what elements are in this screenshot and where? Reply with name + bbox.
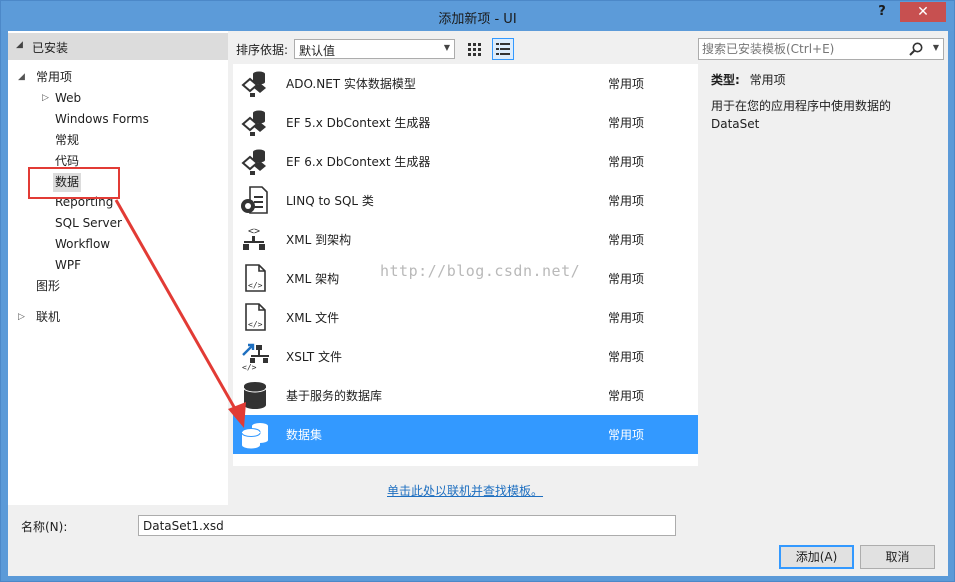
- tree-item-label: 联机: [36, 309, 61, 324]
- expand-arrow-icon[interactable]: ▷: [18, 308, 25, 327]
- grid-view-button[interactable]: [463, 38, 485, 60]
- tree-item-label: 代码: [55, 153, 80, 168]
- svg-text:</>: </>: [242, 363, 257, 371]
- template-category: 常用项: [608, 116, 645, 130]
- sort-select[interactable]: 默认值 ▼: [294, 39, 455, 59]
- svg-text:<>: <>: [248, 226, 260, 237]
- template-category: 常用项: [608, 350, 645, 364]
- sort-value: 默认值: [299, 44, 336, 58]
- template-list-item[interactable]: </> XSLT 文件 常用项: [233, 337, 698, 376]
- xslt-file-icon: </>: [240, 341, 270, 372]
- template-name: ADO.NET 实体数据模型: [286, 77, 416, 91]
- tree-item[interactable]: ▷ 联机: [18, 308, 61, 327]
- name-input[interactable]: [138, 515, 676, 536]
- search-options-chevron-icon[interactable]: ▼: [933, 43, 939, 52]
- dbcontext-generator-icon: [240, 146, 270, 176]
- type-value: 常用项: [749, 73, 786, 87]
- template-category: 常用项: [608, 272, 645, 286]
- tree-item-label: Windows Forms: [55, 111, 149, 126]
- template-list-item[interactable]: ADO.NET 实体数据模型 常用项: [233, 64, 698, 103]
- tree-item-label: Web: [55, 90, 82, 105]
- template-category: 常用项: [608, 389, 645, 403]
- template-list-item[interactable]: EF 6.x DbContext 生成器 常用项: [233, 142, 698, 181]
- tree-item[interactable]: 常规: [55, 131, 79, 150]
- tree-item[interactable]: 图形: [36, 277, 60, 296]
- template-category: 常用项: [608, 233, 645, 247]
- template-category: 常用项: [608, 194, 645, 208]
- template-category: 常用项: [608, 77, 645, 91]
- tree-item[interactable]: SQL Server: [55, 214, 122, 233]
- name-label: 名称(N):: [21, 520, 68, 534]
- type-label: 类型:: [711, 73, 740, 87]
- tree-item-label: 图形: [36, 279, 61, 293]
- xml-schema-icon: </>: [240, 263, 270, 293]
- dbcontext-generator-icon: [240, 107, 270, 137]
- tree-item-label: SQL Server: [55, 216, 122, 231]
- entity-model-icon: [240, 68, 270, 98]
- online-templates-link[interactable]: 单击此处以联机并查找模板。: [387, 482, 543, 499]
- template-details: 类型: 常用项 用于在您的应用程序中使用数据的 DataSet: [711, 71, 941, 133]
- cancel-button[interactable]: 取消: [860, 545, 935, 569]
- template-name: XML 架构: [286, 272, 340, 286]
- template-list-item[interactable]: LINQ to SQL 类 常用项: [233, 181, 698, 220]
- sort-label: 排序依据:: [236, 43, 289, 57]
- xml-to-schema-icon: <>: [240, 224, 270, 254]
- tree-item[interactable]: ◢ 常用项: [18, 68, 73, 87]
- close-button[interactable]: ✕: [900, 2, 946, 22]
- template-list-item[interactable]: </> XML 文件 常用项: [233, 298, 698, 337]
- watermark: http://blog.csdn.net/: [380, 262, 581, 280]
- search-input[interactable]: [702, 40, 907, 58]
- sort-toolbar: 排序依据: 默认值 ▼: [233, 38, 703, 60]
- template-name: XML 文件: [286, 311, 340, 325]
- dialog-window: 添加新项 - UI ? ✕ ◢ 已安装 ◢ 常用项 ▷ Web Windows Form…: [0, 0, 955, 582]
- installed-header[interactable]: ◢ 已安装: [8, 33, 228, 60]
- tree-item[interactable]: Windows Forms: [55, 110, 149, 129]
- add-button[interactable]: 添加(A): [779, 545, 854, 569]
- grid-view-icon: [468, 43, 481, 56]
- template-name: EF 6.x DbContext 生成器: [286, 155, 431, 169]
- template-name: LINQ to SQL 类: [286, 194, 374, 208]
- tree-item-label: 常规: [55, 132, 80, 147]
- chevron-down-icon: ▼: [443, 43, 450, 52]
- tree-item[interactable]: Workflow: [55, 235, 110, 254]
- template-name: 基于服务的数据库: [286, 389, 383, 403]
- template-name: XML 到架构: [286, 233, 352, 247]
- template-category: 常用项: [608, 311, 645, 325]
- template-search-box[interactable]: ▼: [698, 38, 944, 60]
- database-icon: [240, 380, 270, 410]
- svg-text:</>: </>: [248, 281, 263, 290]
- template-name: EF 5.x DbContext 生成器: [286, 116, 431, 130]
- linq-to-sql-icon: [240, 185, 270, 215]
- template-description: 用于在您的应用程序中使用数据的 DataSet: [711, 99, 892, 131]
- window-title: 添加新项 - UI: [438, 12, 517, 27]
- tree-item-label: 常用项: [36, 70, 73, 84]
- list-view-button[interactable]: [492, 38, 514, 60]
- template-list-item[interactable]: <> XML 到架构 常用项: [233, 220, 698, 259]
- template-category: 常用项: [608, 428, 645, 442]
- installed-label: 已安装: [32, 41, 69, 55]
- template-name: XSLT 文件: [286, 350, 343, 364]
- svg-text:</>: </>: [248, 320, 263, 329]
- template-list-item[interactable]: 数据集 常用项: [233, 415, 698, 454]
- template-list-item[interactable]: 基于服务的数据库 常用项: [233, 376, 698, 415]
- tree-item-label: WPF: [55, 258, 82, 273]
- tree-item-label: Workflow: [55, 237, 111, 252]
- annotation-highlight-box: [28, 167, 120, 199]
- search-icon[interactable]: [908, 41, 924, 57]
- xml-file-icon: </>: [240, 302, 270, 332]
- tree-item[interactable]: ▷ Web: [42, 89, 82, 108]
- category-panel: ◢ 已安装 ◢ 常用项 ▷ Web Windows Forms 常规 代码 数据 Reporti…: [8, 31, 228, 505]
- expand-arrow-icon[interactable]: ▷: [42, 89, 49, 108]
- dialog-client: ◢ 已安装 ◢ 常用项 ▷ Web Windows Forms 常规 代码 数据 Reporti…: [8, 31, 948, 576]
- template-list-item[interactable]: EF 5.x DbContext 生成器 常用项: [233, 103, 698, 142]
- collapse-arrow-icon: ◢: [16, 40, 23, 50]
- list-view-icon: [496, 43, 510, 55]
- template-category: 常用项: [608, 155, 645, 169]
- tree-item[interactable]: WPF: [55, 256, 81, 275]
- collapse-arrow-icon[interactable]: ◢: [18, 68, 25, 87]
- template-name: 数据集: [286, 428, 323, 442]
- title-bar: 添加新项 - UI ? ✕: [1, 1, 954, 31]
- dataset-icon: [240, 419, 270, 449]
- help-button[interactable]: ?: [870, 4, 894, 24]
